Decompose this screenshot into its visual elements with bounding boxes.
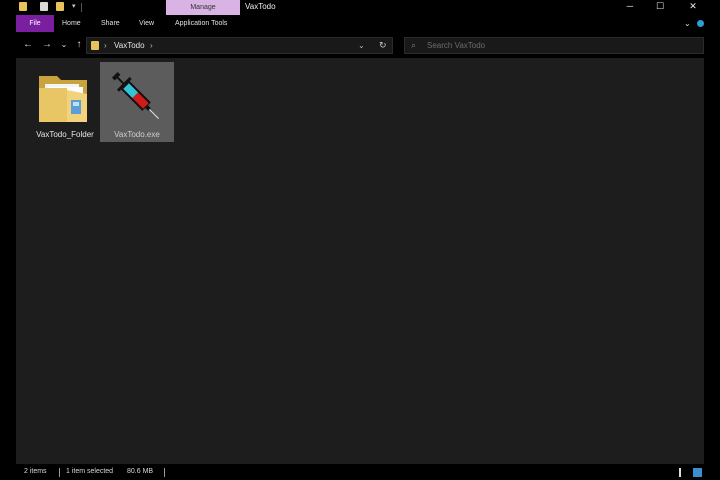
address-dropdown-icon[interactable]: ⌄ [358, 39, 365, 52]
file-item-vaxtodo-folder[interactable]: VaxTodo_Folder [28, 62, 102, 142]
quick-access-dropdown-icon[interactable]: ▾ [72, 2, 76, 11]
file-item-vaxtodo-exe[interactable]: VaxTodo.exe [100, 62, 174, 142]
tab-home[interactable]: Home [62, 15, 81, 32]
status-divider [164, 468, 165, 477]
close-button[interactable]: ✕ [678, 0, 708, 14]
status-item-count: 2 items [24, 468, 47, 475]
ribbon-tabs: File Home Share View Application Tools ⌄ [0, 15, 720, 32]
forward-button[interactable]: → [40, 38, 54, 52]
breadcrumb-vaxtodo[interactable]: VaxTodo [114, 39, 145, 52]
file-list-pane[interactable]: VaxTodo_Folder VaxTodo.exe [16, 58, 704, 464]
back-button[interactable]: ← [21, 38, 35, 52]
syringe-icon [111, 71, 159, 119]
expand-ribbon-icon[interactable]: ⌄ [684, 19, 691, 28]
refresh-icon[interactable]: ↻ [379, 39, 387, 52]
tab-share[interactable]: Share [101, 15, 120, 32]
tab-application-tools[interactable]: Application Tools [175, 15, 227, 32]
status-divider [59, 468, 60, 477]
file-name-label: VaxTodo.exe [114, 130, 160, 139]
search-box[interactable]: ⌕ [404, 37, 704, 54]
details-view-icon[interactable] [679, 468, 688, 477]
address-bar[interactable]: › VaxTodo › ⌄ ↻ [86, 37, 393, 54]
recent-locations-button[interactable]: ⌄ [57, 38, 71, 52]
maximize-button[interactable]: ☐ [645, 0, 675, 14]
help-icon[interactable] [697, 20, 704, 27]
tab-view[interactable]: View [139, 15, 154, 32]
file-explorer-window: ▾ Manage VaxTodo ─ ☐ ✕ File Home Share V… [0, 0, 720, 480]
file-name-label: VaxTodo_Folder [36, 130, 94, 139]
status-bar: 2 items 1 item selected 80.6 MB [0, 464, 720, 480]
tab-file[interactable]: File [16, 15, 54, 32]
navigation-bar: ← → ⌄ ↑ › VaxTodo › ⌄ ↻ ⌕ [0, 32, 720, 58]
title-bar: ▾ Manage VaxTodo ─ ☐ ✕ [0, 0, 720, 16]
breadcrumb-separator[interactable]: › [104, 39, 107, 52]
status-selection: 1 item selected [66, 468, 114, 475]
folder-icon [39, 76, 87, 122]
explorer-folder-icon [19, 2, 27, 11]
properties-icon[interactable] [40, 2, 48, 11]
up-button[interactable]: ↑ [72, 38, 86, 52]
manage-context-tab[interactable]: Manage [166, 0, 240, 16]
search-input[interactable] [427, 39, 697, 52]
search-icon: ⌕ [411, 40, 417, 50]
breadcrumb-separator-end[interactable]: › [150, 39, 153, 52]
status-size: 80.6 MB [127, 468, 154, 475]
large-icons-view-icon[interactable] [693, 468, 702, 477]
quick-access-divider [81, 3, 82, 12]
minimize-button[interactable]: ─ [615, 0, 645, 14]
new-folder-icon[interactable] [56, 2, 64, 11]
window-title: VaxTodo [245, 2, 276, 11]
address-folder-icon [91, 41, 99, 50]
